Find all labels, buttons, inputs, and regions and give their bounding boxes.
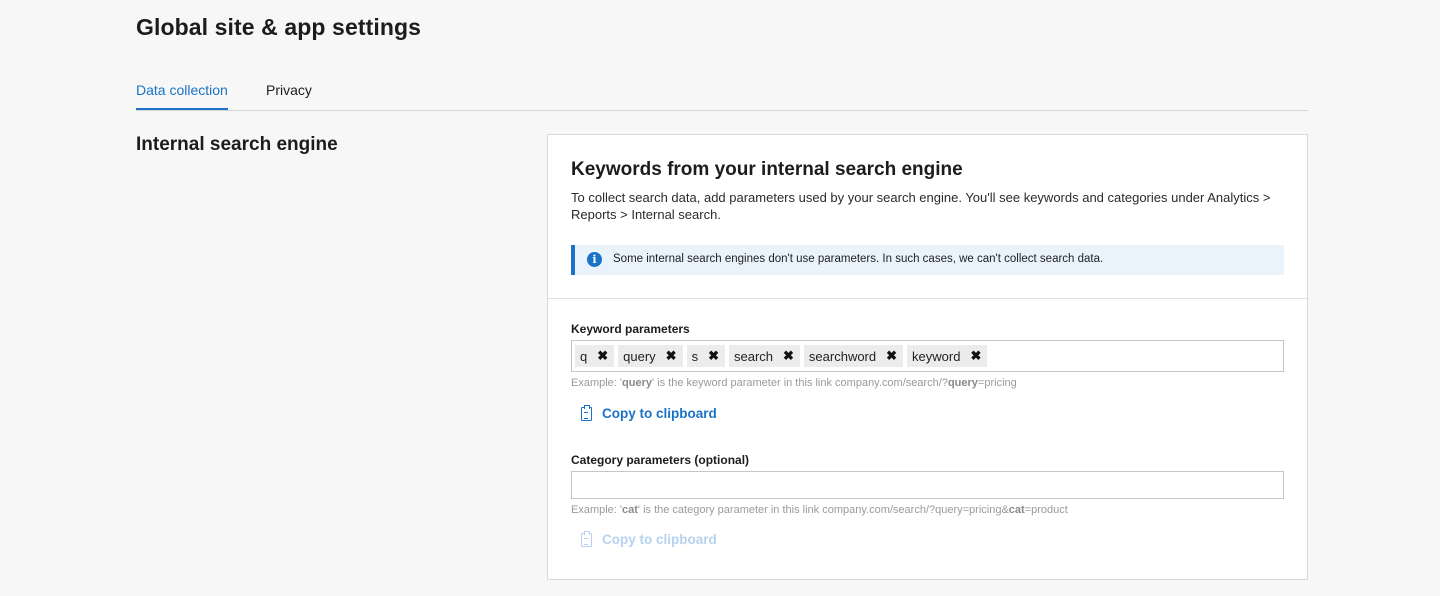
section-title: Internal search engine <box>136 134 338 155</box>
info-icon: i <box>587 252 602 267</box>
keyword-tag-label: searchword <box>808 348 877 364</box>
keyword-parameters-input[interactable]: q ✖ query ✖ s ✖ search ✖ searchword ✖ keyword ✖ <box>571 340 1284 372</box>
keyword-tag-label: search <box>733 348 774 364</box>
remove-tag-icon[interactable]: ✖ <box>708 348 719 364</box>
card-title: Keywords from your internal search engin… <box>571 159 963 180</box>
page-title: Global site & app settings <box>136 14 422 40</box>
category-parameters-label: Category parameters (optional) <box>571 453 750 467</box>
keyword-tag: search ✖ <box>728 345 800 367</box>
keyword-tags: q ✖ query ✖ s ✖ search ✖ searchword ✖ keyword ✖ <box>575 345 988 367</box>
tab-privacy[interactable]: Privacy <box>266 82 312 109</box>
copy-label: Copy to clipboard <box>602 532 717 547</box>
card-header: Keywords from your internal search engin… <box>548 135 1307 299</box>
category-parameters-hint: Example: 'cat' is the category parameter… <box>571 504 1068 516</box>
remove-tag-icon[interactable]: ✖ <box>970 348 981 364</box>
keyword-tag: keyword ✖ <box>907 345 988 367</box>
copy-label: Copy to clipboard <box>602 406 717 421</box>
keyword-tag-label: query <box>623 348 656 364</box>
keyword-tag: query ✖ <box>618 345 683 367</box>
keyword-parameters-hint: Example: 'query' is the keyword paramete… <box>571 377 1017 389</box>
tab-data-collection[interactable]: Data collection <box>136 82 228 110</box>
card-description: To collect search data, add parameters u… <box>571 190 1271 222</box>
info-banner: i Some internal search engines don't use… <box>571 245 1284 275</box>
clipboard-icon <box>581 404 592 421</box>
internal-search-card: Keywords from your internal search engin… <box>547 134 1308 580</box>
category-parameters-input[interactable] <box>571 471 1284 499</box>
keyword-tag: searchword ✖ <box>803 345 904 367</box>
remove-tag-icon[interactable]: ✖ <box>666 348 677 364</box>
keyword-copy-to-clipboard-button[interactable]: Copy to clipboard <box>581 404 717 421</box>
clipboard-icon <box>581 530 592 547</box>
tab-bar: Data collection Privacy <box>136 72 1308 111</box>
remove-tag-icon[interactable]: ✖ <box>886 348 897 364</box>
info-text: Some internal search engines don't use p… <box>613 253 1104 265</box>
keyword-parameters-label: Keyword parameters <box>571 322 690 336</box>
keyword-tag: s ✖ <box>686 345 725 367</box>
remove-tag-icon[interactable]: ✖ <box>597 348 608 364</box>
remove-tag-icon[interactable]: ✖ <box>783 348 794 364</box>
keyword-tag: q ✖ <box>575 345 615 367</box>
category-copy-to-clipboard-button[interactable]: Copy to clipboard <box>581 530 717 547</box>
keyword-tag-label: keyword <box>912 348 961 364</box>
keyword-tag-label: s <box>691 348 699 364</box>
keyword-tag-label: q <box>580 348 588 364</box>
